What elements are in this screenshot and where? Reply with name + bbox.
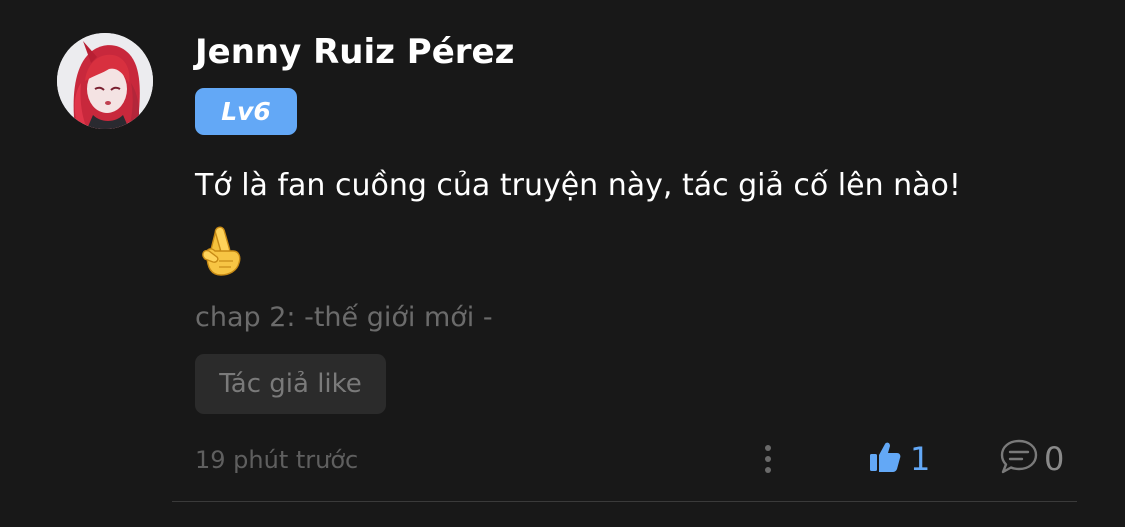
more-vertical-icon[interactable] [757, 440, 779, 480]
like-button[interactable]: 1 [868, 436, 930, 482]
thumbs-up-icon [868, 440, 902, 478]
like-count: 1 [910, 440, 931, 478]
author-like-badge: Tác giả like [195, 354, 386, 414]
comment-text: Tớ là fan cuồng của truyện này, tác giả … [195, 168, 961, 203]
anime-avatar-image [57, 33, 153, 129]
comment-bubble-icon [998, 437, 1040, 481]
timestamp: 19 phút trước [195, 446, 359, 474]
username[interactable]: Jenny Ruiz Pérez [195, 30, 514, 74]
divider [172, 501, 1077, 502]
level-badge: Lv6 [195, 88, 297, 135]
chapter-reference[interactable]: chap 2: -thế giới mới - [195, 298, 493, 338]
avatar[interactable] [57, 33, 153, 129]
reply-button[interactable]: 0 [998, 436, 1064, 482]
crossed-fingers-icon [199, 225, 243, 277]
reply-count: 0 [1044, 440, 1065, 478]
